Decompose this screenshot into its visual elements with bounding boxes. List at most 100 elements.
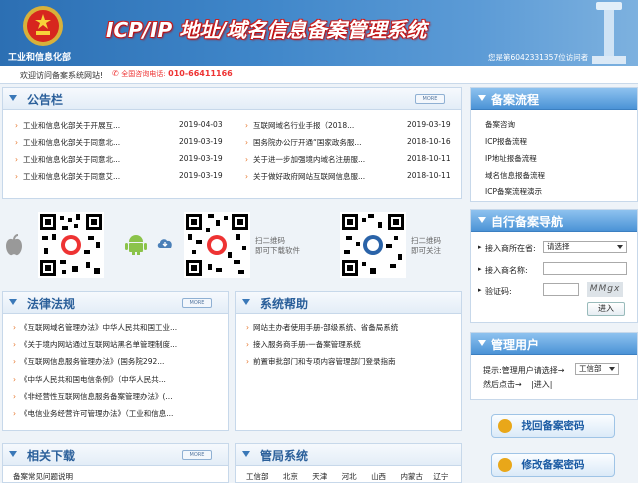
change-password-button[interactable]: 修改备案密码: [491, 453, 615, 477]
qr-code-wechat: [340, 212, 406, 278]
flow-link[interactable]: ICP备案流程演示: [485, 186, 542, 197]
captcha-image[interactable]: MMgx: [587, 282, 623, 297]
captcha-input[interactable]: [543, 283, 579, 296]
law-item[interactable]: › 《互联网信息服务管理办法》(国务院292...: [13, 356, 164, 367]
bullet-icon: ▸: [478, 286, 482, 294]
bureau-header: 管局系统: [236, 444, 461, 466]
news-text[interactable]: 关于做好政府网站互联网信息服...: [253, 172, 365, 181]
province-select[interactable]: 请选择: [543, 241, 627, 253]
role-select[interactable]: 工信部: [575, 363, 619, 375]
news-text[interactable]: 工业和信息化部关于同意北...: [23, 138, 120, 147]
more-button[interactable]: MORE: [182, 450, 212, 460]
chevron-down-icon: [478, 340, 486, 346]
flow-link[interactable]: ICP报备流程: [485, 136, 527, 147]
announcement-panel: 公告栏 MORE › 工业和信息化部关于开展互... 2019-04-03 › 工业…: [2, 87, 462, 199]
help-text[interactable]: 网站主办者使用手册-部级系统、省备局系统: [253, 323, 398, 332]
news-date: 2019-04-03: [179, 120, 223, 129]
chevron-down-icon: [242, 451, 250, 457]
law-text[interactable]: 《互联网信息服务管理办法》(国务院292...: [20, 357, 164, 366]
law-item[interactable]: › 《电信业务经营许可管理办法》（工业和信息...: [13, 408, 173, 419]
download-text[interactable]: 备案常见问题说明: [13, 472, 73, 481]
help-panel: 系统帮助 › 网站主办者使用手册-部级系统、省备局系统 › 接入服务商手册-一备案管…: [235, 291, 462, 431]
news-item[interactable]: › 工业和信息化部关于同意北...: [15, 154, 120, 165]
bureau-link[interactable]: 北京: [283, 472, 298, 481]
law-text[interactable]: 《互联网域名管理办法》中华人民共和国工业...: [20, 323, 177, 332]
chevron-down-icon: [9, 299, 17, 305]
national-emblem-icon: [23, 6, 63, 46]
qr-code-ios: [38, 212, 104, 278]
user-management-title: 管理用户: [491, 338, 540, 352]
android-icon[interactable]: [124, 232, 148, 256]
bureau-link[interactable]: 山西: [371, 472, 386, 481]
law-text[interactable]: 《非经营性互联网信息服务备案管理办法》(...: [20, 392, 173, 401]
key-icon: [498, 419, 512, 433]
chevron-down-icon: [9, 451, 17, 457]
news-date: 2018-10-11: [407, 171, 451, 180]
provider-name-input[interactable]: [543, 262, 627, 275]
help-item[interactable]: › 前置审批部门和专项内容管理部门登录指南: [246, 356, 396, 367]
law-item[interactable]: › 《中华人民共和国电信条例》（中华人民共...: [13, 374, 166, 385]
bureau-link[interactable]: 河北: [342, 472, 357, 481]
news-text[interactable]: 关于进一步加强境内域名注册服...: [253, 155, 365, 164]
news-text[interactable]: 国务院办公厅开通“国家政务服...: [253, 138, 362, 147]
bureau-list: 工信部 北京 天津 河北 山西 内蒙古 辽宁: [246, 471, 448, 482]
law-text[interactable]: 《电信业务经营许可管理办法》（工业和信息...: [20, 409, 173, 418]
announcement-header: 公告栏 MORE: [3, 88, 461, 110]
bureau-link[interactable]: 工信部: [246, 472, 269, 481]
news-text[interactable]: 工业和信息化部关于同意北...: [23, 155, 120, 164]
cloud-download-icon[interactable]: [156, 236, 174, 250]
qr-caption-download: 扫二维码 即可下载软件: [255, 236, 300, 256]
flow-panel: 备案流程 备案咨询 ICP报备流程 IP地址报备流程 域名信息报备流程 ICP备…: [470, 87, 638, 202]
bullet-icon: ▸: [478, 265, 482, 273]
bullet-icon: ▸: [478, 243, 482, 251]
laws-panel: 法律法规 MORE › 《互联网域名管理办法》中华人民共和国工业... › 《关于境…: [2, 291, 229, 431]
download-item[interactable]: 备案常见问题说明: [13, 471, 73, 482]
law-item[interactable]: › 《互联网域名管理办法》中华人民共和国工业...: [13, 322, 177, 333]
news-item[interactable]: › 关于进一步加强境内域名注册服...: [245, 154, 365, 165]
news-text[interactable]: 工业和信息化部关于开展互...: [23, 121, 120, 130]
news-item[interactable]: › 国务院办公厅开通“国家政务服...: [245, 137, 362, 148]
news-date: 2018-10-16: [407, 137, 451, 146]
chevron-down-icon: [478, 217, 486, 223]
help-item[interactable]: › 接入服务商手册-一备案管理系统: [246, 339, 361, 350]
more-button[interactable]: MORE: [415, 94, 445, 104]
hotline-number: 010-66411166: [168, 69, 233, 78]
user-enter-link-text[interactable]: 进入: [534, 380, 550, 389]
law-text[interactable]: 《关于境内网站通过互联网站黑名单管理制度...: [20, 340, 177, 349]
self-filing-title: 自行备案导航: [491, 215, 564, 229]
news-item[interactable]: › 工业和信息化部关于开展互...: [15, 120, 120, 131]
bureau-link[interactable]: 内蒙古: [400, 472, 423, 481]
news-text[interactable]: 互联网域名行业手报（2018...: [253, 121, 354, 130]
bureau-link[interactable]: 天津: [312, 472, 327, 481]
flow-link[interactable]: IP地址报备流程: [485, 153, 537, 164]
key-icon: [498, 458, 512, 472]
enter-button[interactable]: 进入: [587, 302, 625, 316]
welcome-text: 欢迎访问备案系统网站!: [20, 71, 104, 80]
help-text[interactable]: 前置审批部门和专项内容管理部门登录指南: [253, 357, 396, 366]
qr-caption-line: 扫二维码: [255, 236, 285, 245]
law-item[interactable]: › 《关于境内网站通过互联网站黑名单管理制度...: [13, 339, 177, 350]
user-enter-link[interactable]: |进入|: [531, 379, 552, 390]
news-item[interactable]: › 工业和信息化部关于同意北...: [15, 137, 120, 148]
law-text[interactable]: 《中华人民共和国电信条例》（中华人民共...: [20, 375, 166, 384]
help-item[interactable]: › 网站主办者使用手册-部级系统、省备局系统: [246, 322, 398, 333]
retrieve-password-label: 找回备案密码: [521, 420, 585, 432]
news-item[interactable]: › 关于做好政府网站互联网信息服...: [245, 171, 365, 182]
law-item[interactable]: › 《非经营性互联网信息服务备案管理办法》(...: [13, 391, 173, 402]
laws-header: 法律法规 MORE: [3, 292, 228, 314]
retrieve-password-button[interactable]: 找回备案密码: [491, 414, 615, 438]
bureau-link[interactable]: 辽宁: [433, 472, 448, 481]
news-text[interactable]: 工业和信息化部关于同意艾...: [23, 172, 120, 181]
news-item[interactable]: › 工业和信息化部关于同意艾...: [15, 171, 120, 182]
news-item[interactable]: › 互联网域名行业手报（2018...: [245, 120, 354, 131]
more-button[interactable]: MORE: [182, 298, 212, 308]
help-title: 系统帮助: [260, 297, 309, 311]
apple-icon[interactable]: [4, 234, 24, 258]
help-text[interactable]: 接入服务商手册-一备案管理系统: [253, 340, 361, 349]
user-management-panel: 管理用户 提示:管理用户请选择→ 工信部 然后点击→ |进入|: [470, 332, 638, 400]
flow-title: 备案流程: [491, 93, 540, 107]
flow-link[interactable]: 备案咨询: [485, 119, 515, 130]
flow-link[interactable]: 域名信息报备流程: [485, 170, 545, 181]
chevron-down-icon: [9, 95, 17, 101]
qr-caption-follow: 扫二维码 即可关注: [411, 236, 441, 256]
